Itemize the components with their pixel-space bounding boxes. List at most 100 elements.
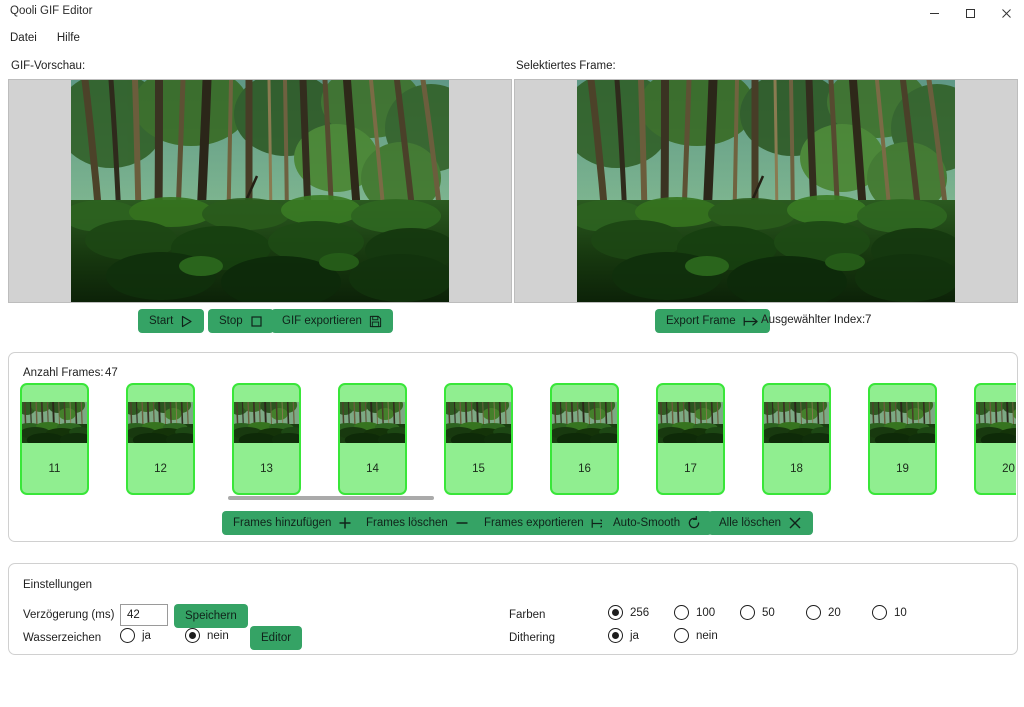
title-bar: Qooli GIF Editor <box>0 0 1024 26</box>
frame-thumbnail-image <box>128 402 193 443</box>
selected-frame-box[interactable] <box>514 79 1018 303</box>
frame-number: 19 <box>896 463 909 475</box>
frame-card[interactable]: 20 <box>974 383 1016 495</box>
frame-card[interactable]: 14 <box>338 383 407 495</box>
radio-dot <box>608 628 623 643</box>
frame-number: 12 <box>154 463 167 475</box>
radio-dot <box>185 628 200 643</box>
frame-number: 16 <box>578 463 591 475</box>
frames-delete-button[interactable]: Frames löschen <box>355 511 480 535</box>
delay-label: Verzögerung (ms) <box>23 609 115 621</box>
menu-item-hilfe[interactable]: Hilfe <box>47 28 90 48</box>
frame-card[interactable]: 13 <box>232 383 301 495</box>
watermark-radio-ja[interactable]: ja <box>120 628 151 643</box>
frame-card[interactable]: 17 <box>656 383 725 495</box>
frame-card[interactable]: 19 <box>868 383 937 495</box>
editor-button[interactable]: Editor <box>250 626 303 650</box>
frames-add-button[interactable]: Frames hinzufügen <box>222 511 364 535</box>
radio-dot <box>740 605 755 620</box>
colors-radio-10[interactable]: 10 <box>872 605 907 620</box>
radio-dot <box>608 605 623 620</box>
save-settings-button[interactable]: Speichern <box>174 604 248 628</box>
colors-option-label: 20 <box>828 606 841 619</box>
colors-option-label: 100 <box>696 606 716 619</box>
frame-card[interactable]: 16 <box>550 383 619 495</box>
frame-thumbnail <box>976 402 1016 443</box>
refresh-icon <box>688 516 700 529</box>
minus-icon <box>456 522 468 524</box>
editor-button-label: Editor <box>261 632 292 644</box>
watermark-radio-nein[interactable]: nein <box>185 628 229 643</box>
gif-preview-label: GIF-Vorschau: <box>11 60 86 72</box>
colors-radio-50[interactable]: 50 <box>740 605 775 620</box>
x-icon <box>789 517 801 529</box>
frame-number: 13 <box>260 463 273 475</box>
start-button-label: Start <box>149 315 174 327</box>
export-gif-button[interactable]: GIF exportieren <box>271 309 393 333</box>
selected-index-value: 7 <box>865 314 872 326</box>
frame-number: 20 <box>1002 463 1015 475</box>
frames-horizontal-scrollbar[interactable] <box>228 496 434 500</box>
dithering-radio-nein[interactable]: nein <box>674 628 718 643</box>
forest-selected-frame-image <box>577 80 955 302</box>
colors-radio-100[interactable]: 100 <box>674 605 715 620</box>
maximize-icon[interactable] <box>952 0 988 26</box>
window-controls <box>916 0 1024 26</box>
stop-button[interactable]: Stop <box>208 309 274 333</box>
frames-export-button[interactable]: Frames exportieren <box>473 511 618 535</box>
play-icon <box>182 315 192 327</box>
export-frame-button[interactable]: Export Frame <box>655 309 770 333</box>
frame-thumbnail <box>552 402 617 443</box>
frame-number: 18 <box>790 463 803 475</box>
frame-number: 15 <box>472 463 485 475</box>
selected-index-label: Ausgewählter Index: <box>761 314 866 326</box>
frame-thumbnail-image <box>658 402 723 443</box>
auto-smooth-button[interactable]: Auto-Smooth <box>602 511 713 535</box>
export-gif-label: GIF exportieren <box>282 315 362 327</box>
colors-label: Farben <box>509 609 546 621</box>
frame-number: 14 <box>366 463 379 475</box>
frame-number: 17 <box>684 463 697 475</box>
frame-thumbnail-image <box>340 402 405 443</box>
frame-thumbnail <box>870 402 935 443</box>
delay-input[interactable] <box>120 604 168 626</box>
frame-thumbnail-image <box>446 402 511 443</box>
frame-number: 11 <box>48 463 61 475</box>
stop-button-label: Stop <box>219 315 243 327</box>
window-title: Qooli GIF Editor <box>10 5 93 17</box>
radio-dot <box>872 605 887 620</box>
radio-dot <box>674 605 689 620</box>
frame-thumbnail <box>22 402 87 443</box>
menu-item-datei[interactable]: Datei <box>0 28 47 48</box>
frame-card[interactable]: 12 <box>126 383 195 495</box>
save-icon <box>369 315 382 327</box>
gif-preview-box[interactable] <box>8 79 512 303</box>
close-icon[interactable] <box>988 0 1024 26</box>
colors-radio-20[interactable]: 20 <box>806 605 841 620</box>
colors-radio-256[interactable]: 256 <box>608 605 649 620</box>
frame-thumbnail <box>764 402 829 443</box>
stop-icon <box>251 315 262 327</box>
start-button[interactable]: Start <box>138 309 205 333</box>
radio-dot <box>806 605 821 620</box>
radio-dot <box>674 628 689 643</box>
minimize-icon[interactable] <box>916 0 952 26</box>
frames-delete-label: Frames löschen <box>366 517 448 529</box>
selected-frame-label: Selektiertes Frame: <box>516 60 616 72</box>
dithering-radio-ja[interactable]: ja <box>608 628 639 643</box>
frames-strip[interactable]: 11 12 13 14 15 16 17 18 19 20 <box>20 383 1016 503</box>
frame-card[interactable]: 18 <box>762 383 831 495</box>
frames-export-label: Frames exportieren <box>484 517 584 529</box>
dithering-nein-label: nein <box>696 629 718 642</box>
settings-panel: Einstellungen Verzögerung (ms) Speichern… <box>8 563 1018 655</box>
frame-thumbnail-image <box>552 402 617 443</box>
frame-card[interactable]: 11 <box>20 383 89 495</box>
radio-dot <box>120 628 135 643</box>
frame-card[interactable]: 15 <box>444 383 513 495</box>
export-arrow-icon <box>743 316 758 326</box>
dithering-ja-label: ja <box>630 629 639 642</box>
colors-option-label: 10 <box>894 606 907 619</box>
forest-preview-image <box>71 80 449 302</box>
frame-thumbnail-image <box>764 402 829 443</box>
delete-all-button[interactable]: Alle löschen <box>708 511 814 535</box>
